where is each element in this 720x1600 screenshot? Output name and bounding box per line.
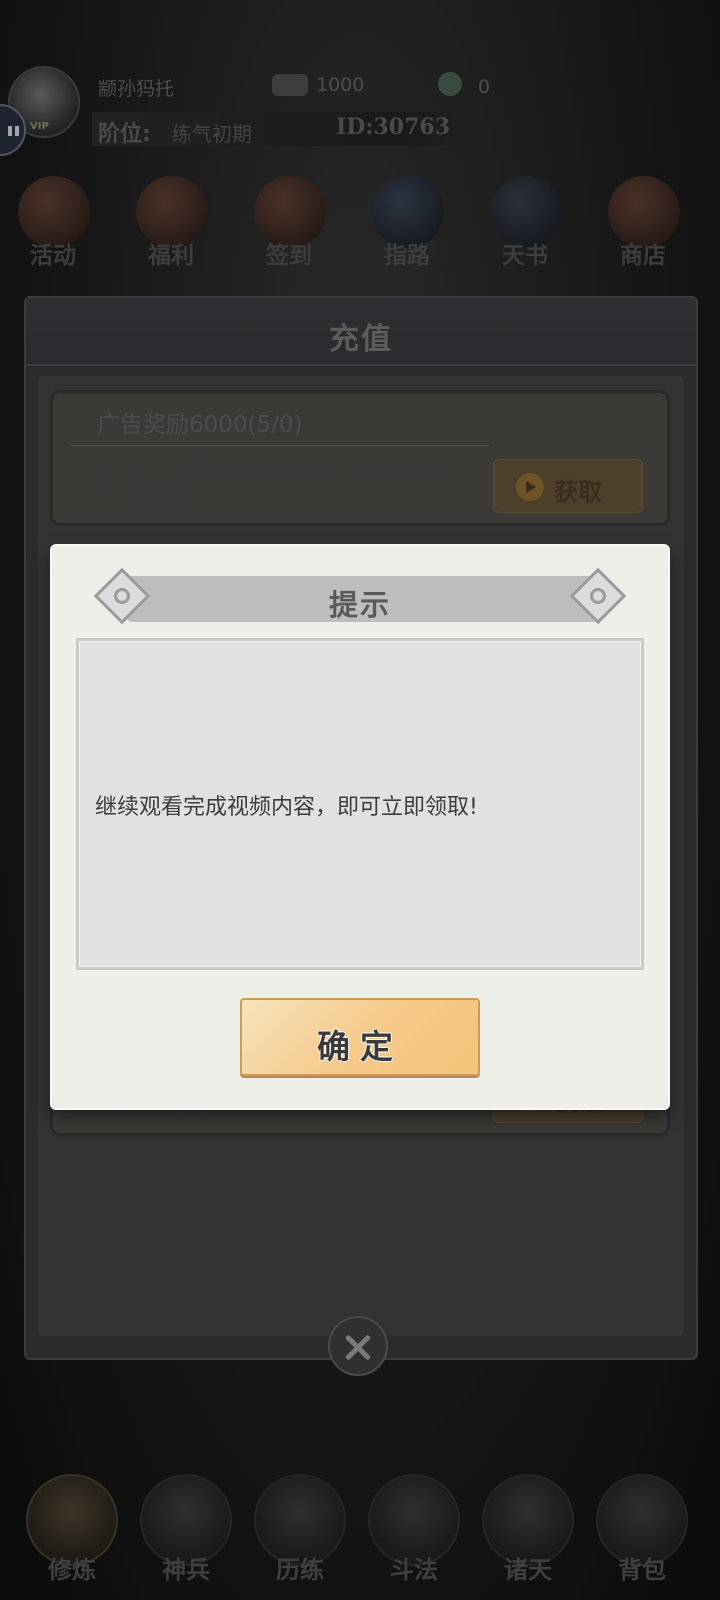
menu-item-heavenly-book[interactable]: 天书 xyxy=(480,172,570,272)
close-panel-button[interactable] xyxy=(328,1316,388,1376)
nav-item-duel[interactable]: 斗法 xyxy=(356,1470,466,1600)
recharge-panel-header: 充值 xyxy=(26,298,696,366)
menu-item-label: 天书 xyxy=(502,243,548,269)
menu-item-welfare[interactable]: 福利 xyxy=(126,172,216,272)
player-id: ID:30763 xyxy=(336,114,451,140)
menu-item-sign-in[interactable]: 签到 xyxy=(244,172,334,272)
ad-reward-title: 广告奖励6000(5/0) xyxy=(97,412,303,438)
player-name: 颛孙犸托 xyxy=(98,78,175,100)
nav-item-label: 诸天 xyxy=(504,1556,552,1584)
menu-item-activity[interactable]: 活动 xyxy=(8,172,98,272)
nav-item-label: 历练 xyxy=(276,1556,324,1584)
ad-reward-description: 看广告一次获取6000仙玉，心动不如行动，来来来。 xyxy=(87,458,456,509)
dialog-title: 提示 xyxy=(328,588,391,622)
rank-label: 阶位: xyxy=(98,122,151,147)
get-reward-button[interactable]: 获取 xyxy=(493,459,643,513)
nav-item-realms[interactable]: 诸天 xyxy=(470,1470,580,1600)
bottom-nav: 修炼 神兵 历练 斗法 诸天 背包 xyxy=(0,1470,720,1600)
nav-item-label: 修炼 xyxy=(48,1556,96,1584)
card-divider xyxy=(69,445,489,446)
dialog-message-box: 继续观看完成视频内容，即可立即领取! xyxy=(76,638,644,970)
vip-badge: VIP xyxy=(30,121,49,132)
menu-item-shop[interactable]: 商店 xyxy=(598,172,688,272)
nav-item-label: 背包 xyxy=(618,1556,666,1584)
nav-item-label: 神兵 xyxy=(162,1556,210,1584)
menu-item-label: 福利 xyxy=(148,243,194,269)
nav-item-weapon[interactable]: 神兵 xyxy=(128,1470,238,1600)
menu-item-label: 商店 xyxy=(620,243,666,269)
top-menu: 活动 福利 签到 指路 天书 商店 xyxy=(0,172,720,272)
menu-item-label: 签到 xyxy=(266,243,312,269)
play-icon xyxy=(516,473,544,501)
dialog-message: 继续观看完成视频内容，即可立即领取! xyxy=(95,795,478,820)
tip-dialog: 提示 继续观看完成视频内容，即可立即领取! 确定 xyxy=(52,546,668,1108)
get-reward-label: 获取 xyxy=(554,478,602,506)
currency-stone-value: 1000 xyxy=(316,74,365,96)
nav-item-label: 斗法 xyxy=(390,1556,438,1584)
nav-item-cultivate[interactable]: 修炼 xyxy=(14,1470,124,1600)
menu-item-label: 指路 xyxy=(384,243,430,269)
menu-item-guide[interactable]: 指路 xyxy=(362,172,452,272)
rank-value: 练气初期 xyxy=(172,122,252,146)
player-info-bar: VIP 颛孙犸托 1000 0 阶位: 练气初期 ID:30763 xyxy=(0,60,600,156)
nav-item-training[interactable]: 历练 xyxy=(242,1470,352,1600)
confirm-button[interactable]: 确定 xyxy=(240,998,480,1076)
confirm-button-label: 确定 xyxy=(317,1027,403,1066)
recharge-panel-title: 充值 xyxy=(329,322,393,357)
ad-reward-card: 广告奖励6000(5/0) 看广告一次获取6000仙玉，心动不如行动，来来来。 … xyxy=(50,390,670,526)
spirit-stone-icon xyxy=(272,74,308,96)
nav-item-backpack[interactable]: 背包 xyxy=(584,1470,694,1600)
jade-icon xyxy=(438,72,462,96)
menu-item-label: 活动 xyxy=(30,243,76,269)
currency-jade-value: 0 xyxy=(478,76,491,98)
